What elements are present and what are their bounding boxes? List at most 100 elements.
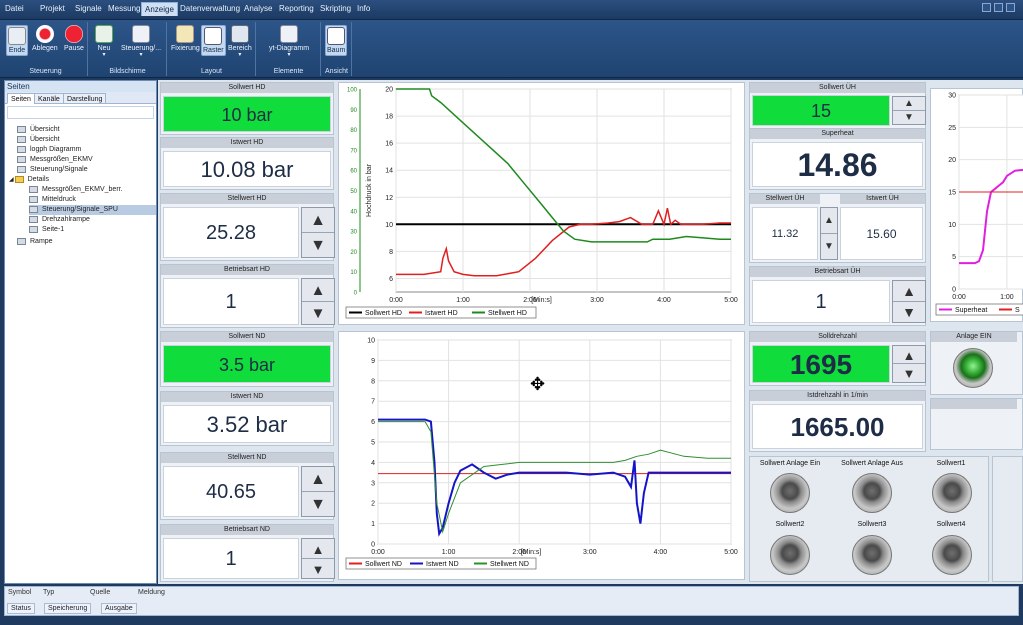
page-icon xyxy=(29,215,38,223)
tree-item-rampe[interactable]: Rampe xyxy=(17,237,53,247)
secondary-y-tick-label: 80 xyxy=(350,128,357,134)
tree-item-steuerung-spu[interactable]: Steuerung/Signale_SPU xyxy=(29,205,156,215)
stellwert-hd-up-button[interactable]: ▲ xyxy=(302,208,334,233)
istwert-nd-panel: Istwert ND 3.52 bar xyxy=(160,391,334,446)
menu-datei[interactable]: Datei xyxy=(5,4,24,13)
baum-button[interactable]: Baum xyxy=(325,25,348,56)
ribbon-group-steuerung: Ende Ablegen Pause Steuerung xyxy=(4,22,88,76)
sollwert-uh-up-button[interactable]: ▲ xyxy=(893,97,925,111)
sollwert1-button[interactable] xyxy=(932,473,972,513)
secondary-y-tick-label: 30 xyxy=(350,230,357,236)
x-tick-label: 5:00 xyxy=(724,297,738,304)
secondary-y-tick-label: 50 xyxy=(350,189,357,195)
column-symbol[interactable]: Symbol xyxy=(8,589,31,596)
tree-item-logph[interactable]: logph Diagramm xyxy=(17,145,81,155)
menu-analyse[interactable]: Analyse xyxy=(244,4,272,13)
empty-panel xyxy=(930,398,1023,450)
yt-diagramm-button[interactable]: yt-Diagramm ▾ xyxy=(269,25,309,58)
group-label-layout: Layout xyxy=(200,68,223,75)
solldrehzahl-up-button[interactable]: ▲ xyxy=(893,346,925,364)
sollwert2-button[interactable] xyxy=(770,535,810,575)
sollwert-uh-down-button[interactable]: ▼ xyxy=(893,111,925,125)
column-typ[interactable]: Typ xyxy=(43,589,54,596)
tree-item-uebersicht-2[interactable]: Übersicht xyxy=(17,135,60,145)
tree-item-drehzahlrampe[interactable]: Drehzahlrampe xyxy=(29,215,90,225)
stellwert-uh-title: Stellwert ÜH xyxy=(750,194,820,204)
betriebsart-uh-down-button[interactable]: ▼ xyxy=(893,302,925,323)
sollwert-hd-title: Sollwert HD xyxy=(161,83,333,93)
expand-icon[interactable]: ◢ xyxy=(9,177,14,183)
sollwert4-button[interactable] xyxy=(932,535,972,575)
sollwert3-button[interactable] xyxy=(852,535,892,575)
tree-item-uebersicht-1[interactable]: Übersicht xyxy=(17,125,60,135)
superheat-panel: Superheat 14.86 xyxy=(749,128,926,190)
hd-chart[interactable]: 0:00 1:00 2:00 3:00 4:00 5:00 [Min:s] 6 8 10 12 14 1… xyxy=(338,82,745,325)
menu-messung[interactable]: Messung xyxy=(108,4,140,13)
sollwert-uh-value[interactable]: 15 xyxy=(752,95,890,126)
solldrehzahl-value[interactable]: 1695 xyxy=(752,345,890,383)
maximize-icon[interactable] xyxy=(994,3,1003,12)
tree-item-messgroessen[interactable]: Messgrößen_EKMV xyxy=(17,155,93,165)
tree-item-label: Seite-1 xyxy=(42,226,65,233)
menu-datenverwaltung[interactable]: Datenverwaltung xyxy=(180,4,240,13)
sollwert-anlage-ein-button[interactable] xyxy=(770,473,810,513)
tree-item-steuerung-signale[interactable]: Steuerung/Signale xyxy=(17,165,88,175)
sollwert-nd-value[interactable]: 3.5 bar xyxy=(163,345,331,383)
pages-filter-input[interactable] xyxy=(7,106,154,119)
tree-item-mitteldruck[interactable]: Mitteldruck xyxy=(29,195,76,205)
sollwert-hd-value[interactable]: 10 bar xyxy=(163,96,331,132)
tab-seiten[interactable]: Seiten xyxy=(7,93,35,104)
pages-panel: Seiten Seiten Kanäle Darstellung Übersic… xyxy=(4,80,157,584)
menu-info[interactable]: Info xyxy=(357,4,370,13)
betriebsart-nd-down-button[interactable]: ▼ xyxy=(302,559,334,579)
neu-button[interactable]: Neu ▾ xyxy=(95,25,113,58)
solldrehzahl-down-button[interactable]: ▼ xyxy=(893,364,925,382)
superheat-chart[interactable]: 0:00 1:00 0 5 10 15 20 25 30 Superheat S xyxy=(930,88,1023,322)
stellwert-uh-up-button[interactable]: ▲ xyxy=(821,208,837,234)
nd-chart[interactable]: 0:00 1:00 2:00 3:00 4:00 5:00 [Min:s] 0 1 2 3 4 5 6 7 8… xyxy=(338,331,745,580)
betriebsart-nd-up-button[interactable]: ▲ xyxy=(302,539,334,559)
stellwert-nd-up-button[interactable]: ▲ xyxy=(302,467,334,492)
tree-folder-details[interactable]: ◢ Details xyxy=(9,175,49,185)
betriebsart-nd-panel: Betriebsart ND 1 ▲ ▼ xyxy=(160,524,335,582)
stellwert-uh-down-button[interactable]: ▼ xyxy=(821,234,837,260)
raster-button[interactable]: Raster xyxy=(201,25,226,56)
minimize-icon[interactable] xyxy=(982,3,991,12)
steuerung-screen-button[interactable]: Steuerung/... ▾ xyxy=(121,25,161,58)
menu-reporting[interactable]: Reporting xyxy=(279,4,314,13)
sollwert-uh-title: Sollwert ÜH xyxy=(750,83,925,93)
tab-speicherung[interactable]: Speicherung xyxy=(44,603,92,614)
y-tick-label: 6 xyxy=(371,419,375,426)
menu-projekt[interactable]: Projekt xyxy=(40,4,65,13)
column-meldung[interactable]: Meldung xyxy=(138,589,165,596)
sollwert-uh-stepper: ▲ ▼ xyxy=(892,96,926,125)
betriebsart-hd-up-button[interactable]: ▲ xyxy=(302,279,334,302)
ablegen-button[interactable]: Ablegen xyxy=(32,25,58,52)
betriebsart-hd-down-button[interactable]: ▼ xyxy=(302,302,334,325)
menu-bar: Datei Projekt Signale Messung Anzeige Da… xyxy=(0,0,1023,20)
tree-item-seite-1[interactable]: Seite-1 xyxy=(29,225,64,235)
betriebsart-uh-up-button[interactable]: ▲ xyxy=(893,281,925,302)
anlage-ein-button[interactable] xyxy=(953,348,993,388)
column-quelle[interactable]: Quelle xyxy=(90,589,110,596)
bereich-button[interactable]: Bereich ▾ xyxy=(228,25,252,58)
pause-button[interactable]: Pause xyxy=(64,25,84,52)
tree-item-messgroessen-berr[interactable]: Messgrößen_EKMV_berr. xyxy=(29,185,123,195)
tab-darstellung[interactable]: Darstellung xyxy=(63,93,107,104)
stellwert-hd-down-button[interactable]: ▼ xyxy=(302,233,334,258)
x-tick-label: 0:00 xyxy=(389,297,403,304)
fixierung-button[interactable]: Fixierung xyxy=(171,25,200,52)
menu-anzeige[interactable]: Anzeige xyxy=(141,2,178,16)
menu-skripting[interactable]: Skripting xyxy=(320,4,351,13)
pages-panel-title: Seiten xyxy=(5,81,156,92)
page-icon xyxy=(17,125,26,133)
tab-kanaele[interactable]: Kanäle xyxy=(34,93,64,104)
tab-status[interactable]: Status xyxy=(7,603,35,614)
tab-ausgabe[interactable]: Ausgabe xyxy=(101,603,137,614)
ende-button[interactable]: Ende xyxy=(6,25,28,56)
stellwert-nd-down-button[interactable]: ▼ xyxy=(302,492,334,517)
menu-signale[interactable]: Signale xyxy=(75,4,102,13)
close-icon[interactable] xyxy=(1006,3,1015,12)
ribbon-group-bildschirme: Neu ▾ Steuerung/... ▾ Bildschirme xyxy=(89,22,167,76)
sollwert-anlage-aus-button[interactable] xyxy=(852,473,892,513)
